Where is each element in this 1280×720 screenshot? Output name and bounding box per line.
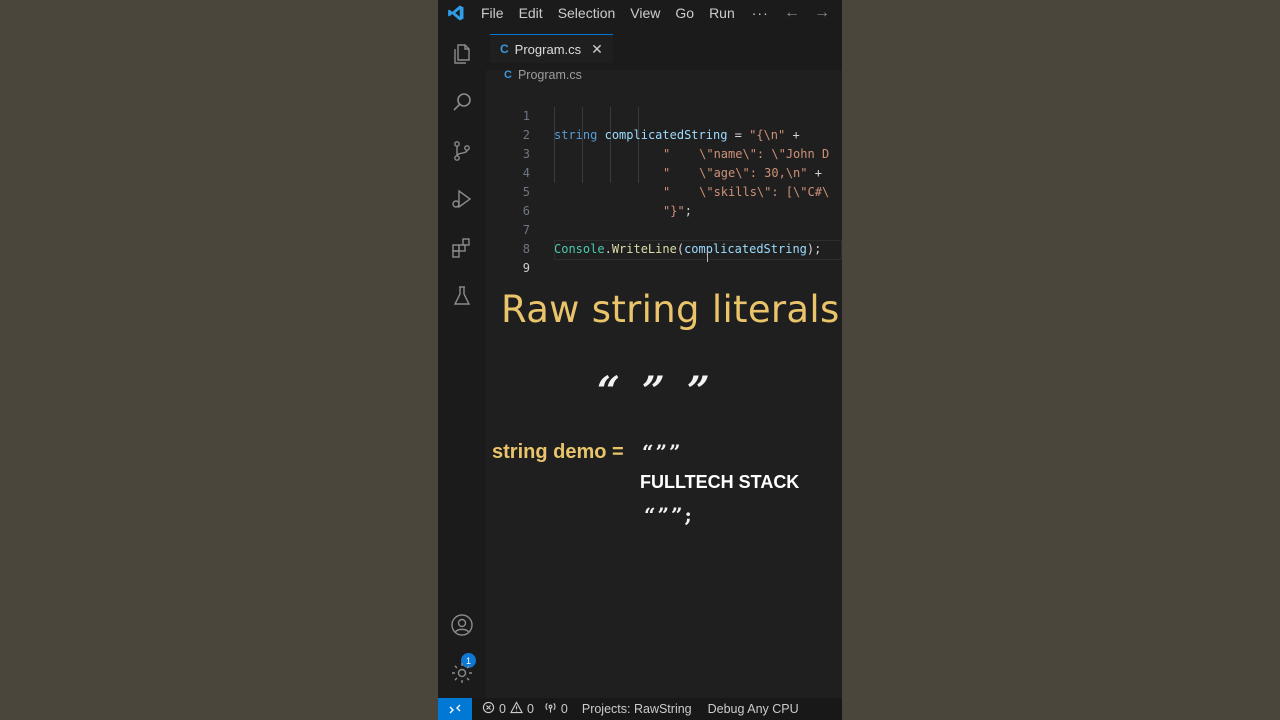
right-backdrop bbox=[842, 0, 1280, 720]
breadcrumb[interactable]: C Program.cs bbox=[504, 68, 582, 82]
left-backdrop bbox=[0, 0, 438, 720]
close-icon[interactable]: ✕ bbox=[591, 41, 603, 58]
breadcrumb-file[interactable]: Program.cs bbox=[518, 68, 582, 82]
error-icon bbox=[482, 701, 495, 717]
search-icon[interactable] bbox=[450, 90, 474, 114]
current-line-highlight bbox=[554, 240, 842, 260]
code-line: 3 " \"age\": 30,\n" + bbox=[486, 126, 842, 180]
menu-edit[interactable]: Edit bbox=[519, 5, 543, 21]
code-line: 1 string complicatedString = "{\n" + bbox=[486, 88, 842, 142]
code-line: 6 bbox=[486, 183, 842, 218]
tab-label: Program.cs bbox=[514, 41, 582, 57]
menu-more-icon[interactable]: ··· bbox=[752, 5, 769, 21]
warning-count: 0 bbox=[526, 702, 534, 716]
forward-arrow-icon[interactable]: → bbox=[814, 4, 830, 22]
source-control-icon[interactable] bbox=[450, 139, 474, 163]
csharp-file-icon: C bbox=[500, 42, 509, 56]
testing-icon[interactable] bbox=[450, 284, 474, 308]
menu-bar: File Edit Selection View Go Run ··· ← → bbox=[438, 0, 842, 26]
menu-selection[interactable]: Selection bbox=[558, 5, 616, 21]
code-line: 7 Console.WriteLine(complicatedString); bbox=[486, 202, 842, 256]
error-count: 0 bbox=[499, 702, 506, 716]
tab-bar: C Program.cs ✕ bbox=[486, 26, 842, 70]
menu-view[interactable]: View bbox=[630, 5, 660, 21]
run-debug-icon[interactable] bbox=[450, 187, 474, 211]
code-line: 8 bbox=[486, 221, 842, 256]
problems-indicator[interactable]: 0 0 bbox=[482, 701, 534, 717]
line-number: 9 bbox=[522, 261, 530, 275]
extensions-icon[interactable] bbox=[450, 236, 474, 260]
demo-quotes-open: “”” bbox=[642, 440, 683, 464]
code-line: 4 " \"skills\": [\"C#\ bbox=[486, 145, 842, 199]
projects-status[interactable]: Projects: RawString bbox=[582, 702, 692, 716]
activity-bar: 1 bbox=[438, 26, 486, 698]
demo-value: FULLTECH STACK bbox=[640, 472, 800, 492]
back-arrow-icon[interactable]: ← bbox=[784, 4, 800, 22]
vscode-window: File Edit Selection View Go Run ··· ← → bbox=[438, 0, 842, 720]
manage-gear-icon[interactable] bbox=[450, 661, 474, 685]
code-line: 5 "}"; bbox=[486, 164, 842, 218]
overlay-title: Raw string literals bbox=[501, 288, 840, 331]
accounts-icon[interactable] bbox=[450, 613, 474, 637]
status-bar: 0 0 0 Projects: RawString Debug Any CPU bbox=[438, 698, 842, 720]
broadcast-icon bbox=[544, 701, 557, 717]
build-config-status[interactable]: Debug Any CPU bbox=[708, 702, 799, 716]
tab-program-cs[interactable]: C Program.cs ✕ bbox=[490, 34, 613, 63]
vscode-logo-icon bbox=[448, 5, 464, 21]
menu-run[interactable]: Run bbox=[709, 5, 735, 21]
demo-quotes-close: “””; bbox=[644, 503, 694, 527]
ports-count: 0 bbox=[560, 702, 568, 716]
remote-indicator-icon[interactable] bbox=[438, 698, 472, 720]
demo-label: string demo = bbox=[492, 441, 624, 463]
csharp-file-icon: C bbox=[504, 69, 512, 81]
code-line: 2 " \"name\": \"John D bbox=[486, 107, 842, 161]
explorer-icon[interactable] bbox=[450, 42, 474, 66]
mouse-text-cursor bbox=[707, 250, 708, 262]
menu-go[interactable]: Go bbox=[675, 5, 694, 21]
menu-file[interactable]: File bbox=[481, 5, 504, 21]
overlay-quotes: “ ” ” bbox=[597, 368, 714, 415]
ports-indicator[interactable]: 0 bbox=[544, 701, 568, 717]
nav-arrows: ← → bbox=[784, 4, 830, 22]
warning-icon bbox=[509, 701, 523, 717]
